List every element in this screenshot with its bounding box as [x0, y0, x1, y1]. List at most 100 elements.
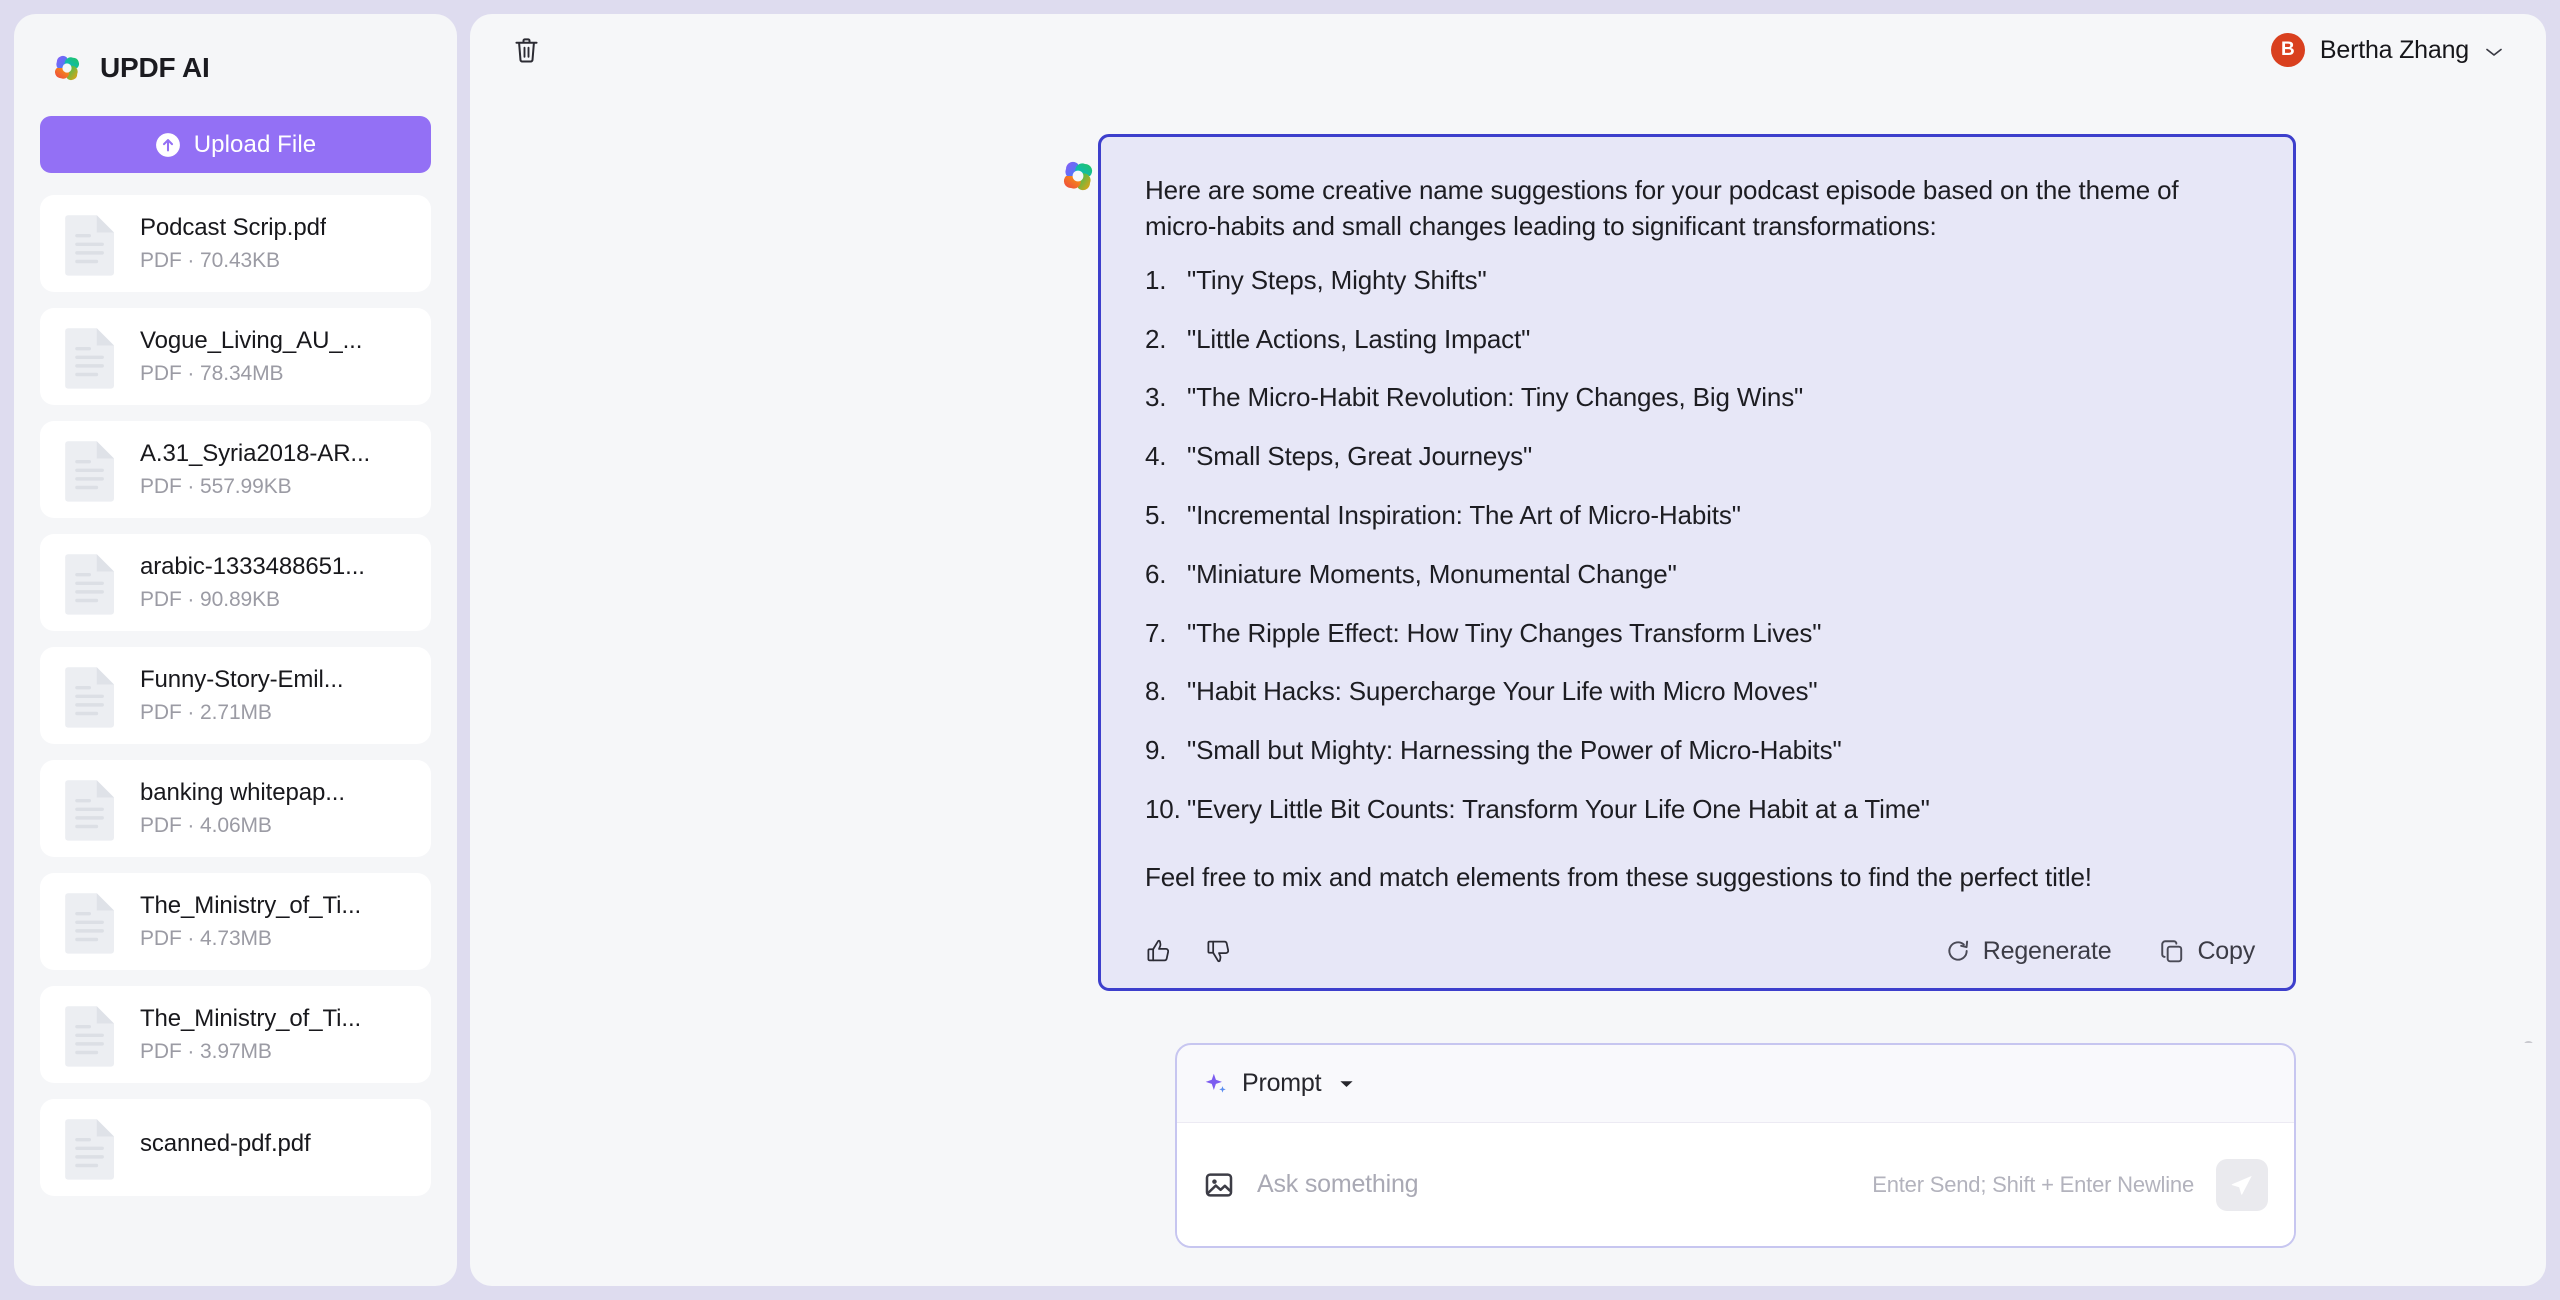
item-text: "Little Actions, Lasting Impact" [1187, 323, 1531, 354]
file-name: The_Ministry_of_Ti... [140, 892, 362, 919]
item-number: 6. [1145, 558, 1167, 589]
list-item[interactable]: The_Ministry_of_Ti... PDF · 3.97MB [40, 986, 431, 1083]
list-item: 10. "Every Little Bit Counts: Transform … [1145, 793, 2255, 827]
file-meta: arabic-1333488651... PDF · 90.89KB [140, 553, 365, 612]
copy-icon [2161, 940, 2183, 963]
copy-button[interactable]: Copy [2159, 937, 2255, 966]
conversation-area[interactable]: Here are some creative name suggestions … [470, 86, 2546, 1043]
regenerate-label: Regenerate [1982, 936, 2112, 965]
item-number: 1. [1145, 264, 1167, 295]
answer-actions: Regenerate Copy [1123, 895, 2255, 966]
item-number: 8. [1145, 676, 1167, 707]
list-item[interactable]: Podcast Scrip.pdf PDF · 70.43KB [40, 195, 431, 292]
list-item[interactable]: The_Ministry_of_Ti... PDF · 4.73MB [40, 873, 431, 970]
refresh-icon [1948, 940, 1968, 961]
list-item[interactable]: scanned-pdf.pdf [40, 1099, 431, 1196]
chevron-down-icon [2486, 48, 2502, 56]
item-text: "Miniature Moments, Monumental Change" [1187, 558, 1677, 589]
send-plane-icon [2231, 1175, 2252, 1195]
list-item[interactable]: A.31_Syria2018-AR... PDF · 557.99KB [40, 421, 431, 518]
send-button[interactable] [2216, 1158, 2268, 1211]
thumbs-up-icon [1147, 940, 1170, 962]
prompt-selector[interactable]: Prompt [1177, 1045, 2294, 1123]
pdf-file-icon [65, 666, 114, 728]
avatar: B [2270, 33, 2305, 67]
file-meta: banking whitepap... PDF · 4.06MB [140, 779, 345, 838]
file-meta: The_Ministry_of_Ti... PDF · 4.73MB [140, 892, 361, 951]
file-meta-text: PDF · 4.06MB [140, 814, 272, 837]
file-meta: Vogue_Living_AU_... PDF · 78.34MB [140, 327, 362, 386]
item-number: 4. [1145, 441, 1167, 472]
file-meta-text: PDF · 3.97MB [140, 1040, 272, 1063]
item-text: "Habit Hacks: Supercharge Your Life with… [1187, 676, 1818, 707]
item-number: 9. [1145, 735, 1167, 766]
sidebar: UPDF AI Upload File Podcast Scrip.pdf PD… [14, 14, 457, 1286]
upload-file-button[interactable]: Upload File [40, 116, 431, 173]
delete-conversation-button[interactable] [506, 30, 546, 70]
upload-file-label: Upload File [193, 130, 317, 158]
list-item[interactable]: Vogue_Living_AU_... PDF · 78.34MB [40, 308, 431, 405]
file-name: scanned-pdf.pdf [140, 1130, 311, 1157]
item-number: 5. [1145, 499, 1167, 530]
item-text: "Small Steps, Great Journeys" [1187, 441, 1533, 472]
file-meta-text: PDF · 90.89KB [140, 588, 280, 611]
app-root: UPDF AI Upload File Podcast Scrip.pdf PD… [0, 0, 2560, 1300]
thumbs-down-button[interactable] [1205, 937, 1233, 965]
list-item: 5. "Incremental Inspiration: The Art of … [1145, 499, 2255, 533]
list-item: 7. "The Ripple Effect: How Tiny Changes … [1145, 617, 2255, 651]
file-meta: A.31_Syria2018-AR... PDF · 557.99KB [140, 440, 370, 499]
item-text: "The Ripple Effect: How Tiny Changes Tra… [1187, 617, 1822, 648]
item-text: "The Micro-Habit Revolution: Tiny Change… [1187, 382, 1804, 413]
list-item[interactable]: arabic-1333488651... PDF · 90.89KB [40, 534, 431, 631]
file-meta: scanned-pdf.pdf [140, 1130, 311, 1165]
file-name: Podcast Scrip.pdf [140, 214, 327, 241]
file-name: arabic-1333488651... [140, 553, 365, 580]
file-meta: The_Ministry_of_Ti... PDF · 3.97MB [140, 1005, 361, 1064]
file-meta-text: PDF · 70.43KB [140, 249, 280, 272]
input-hint: Enter Send; Shift + Enter Newline [1872, 1171, 2194, 1197]
list-item[interactable]: banking whitepap... PDF · 4.06MB [40, 760, 431, 857]
ask-input[interactable] [1257, 1170, 1851, 1199]
pdf-file-icon [65, 1118, 114, 1180]
user-menu[interactable]: B Bertha Zhang [2270, 33, 2504, 67]
item-text: "Incremental Inspiration: The Art of Mic… [1187, 499, 1741, 530]
list-item: 8. "Habit Hacks: Supercharge Your Life w… [1145, 675, 2255, 709]
file-meta-text: PDF · 2.71MB [140, 701, 272, 724]
main-panel: B Bertha Zhang Here are some creative na… [470, 14, 2546, 1286]
list-item: 1. "Tiny Steps, Mighty Shifts" [1145, 264, 2255, 298]
item-number: 2. [1145, 323, 1167, 354]
answer-intro: Here are some creative name suggestions … [1145, 175, 2179, 241]
assistant-answer-card: Here are some creative name suggestions … [1098, 134, 2296, 991]
regenerate-button[interactable]: Regenerate [1945, 937, 2112, 966]
composer-wrapper: Prompt Enter Send; Shift + Enter Newline [470, 1043, 2546, 1286]
pdf-file-icon [65, 214, 114, 276]
updf-clover-logo-icon [55, 56, 79, 80]
image-icon[interactable] [1203, 1169, 1235, 1201]
item-text: "Tiny Steps, Mighty Shifts" [1187, 264, 1487, 295]
prompt-label: Prompt [1242, 1069, 1322, 1097]
user-name: Bertha Zhang [2319, 35, 2469, 64]
list-item: 9. "Small but Mighty: Harnessing the Pow… [1145, 734, 2255, 768]
file-name: A.31_Syria2018-AR... [140, 440, 371, 467]
brand-name: UPDF AI [100, 52, 210, 83]
item-number: 7. [1145, 617, 1167, 648]
file-name: banking whitepap... [140, 779, 345, 806]
list-item[interactable]: Funny-Story-Emil... PDF · 2.71MB [40, 647, 431, 744]
updf-clover-logo-icon [1063, 161, 1093, 191]
pdf-file-icon [65, 779, 114, 841]
thumbs-up-button[interactable] [1145, 937, 1173, 965]
file-meta-text: PDF · 557.99KB [140, 475, 292, 498]
list-item: 3. "The Micro-Habit Revolution: Tiny Cha… [1145, 381, 2255, 415]
item-text: "Small but Mighty: Harnessing the Power … [1187, 735, 1842, 766]
pdf-file-icon [65, 1005, 114, 1067]
item-number: 3. [1145, 382, 1167, 413]
feedback-group [1145, 937, 1233, 965]
file-name: Funny-Story-Emil... [140, 666, 344, 693]
pdf-file-icon [65, 553, 114, 615]
file-meta-text: PDF · 4.73MB [140, 927, 272, 950]
pdf-file-icon [65, 892, 114, 954]
suggestion-list: 1. "Tiny Steps, Mighty Shifts" 2. "Littl… [1123, 264, 2255, 852]
file-list[interactable]: Podcast Scrip.pdf PDF · 70.43KB Vogue_Li… [14, 195, 457, 1286]
list-item: 6. "Miniature Moments, Monumental Change… [1145, 558, 2255, 592]
conversation-scrollbar-thumb[interactable] [2523, 1041, 2534, 1043]
